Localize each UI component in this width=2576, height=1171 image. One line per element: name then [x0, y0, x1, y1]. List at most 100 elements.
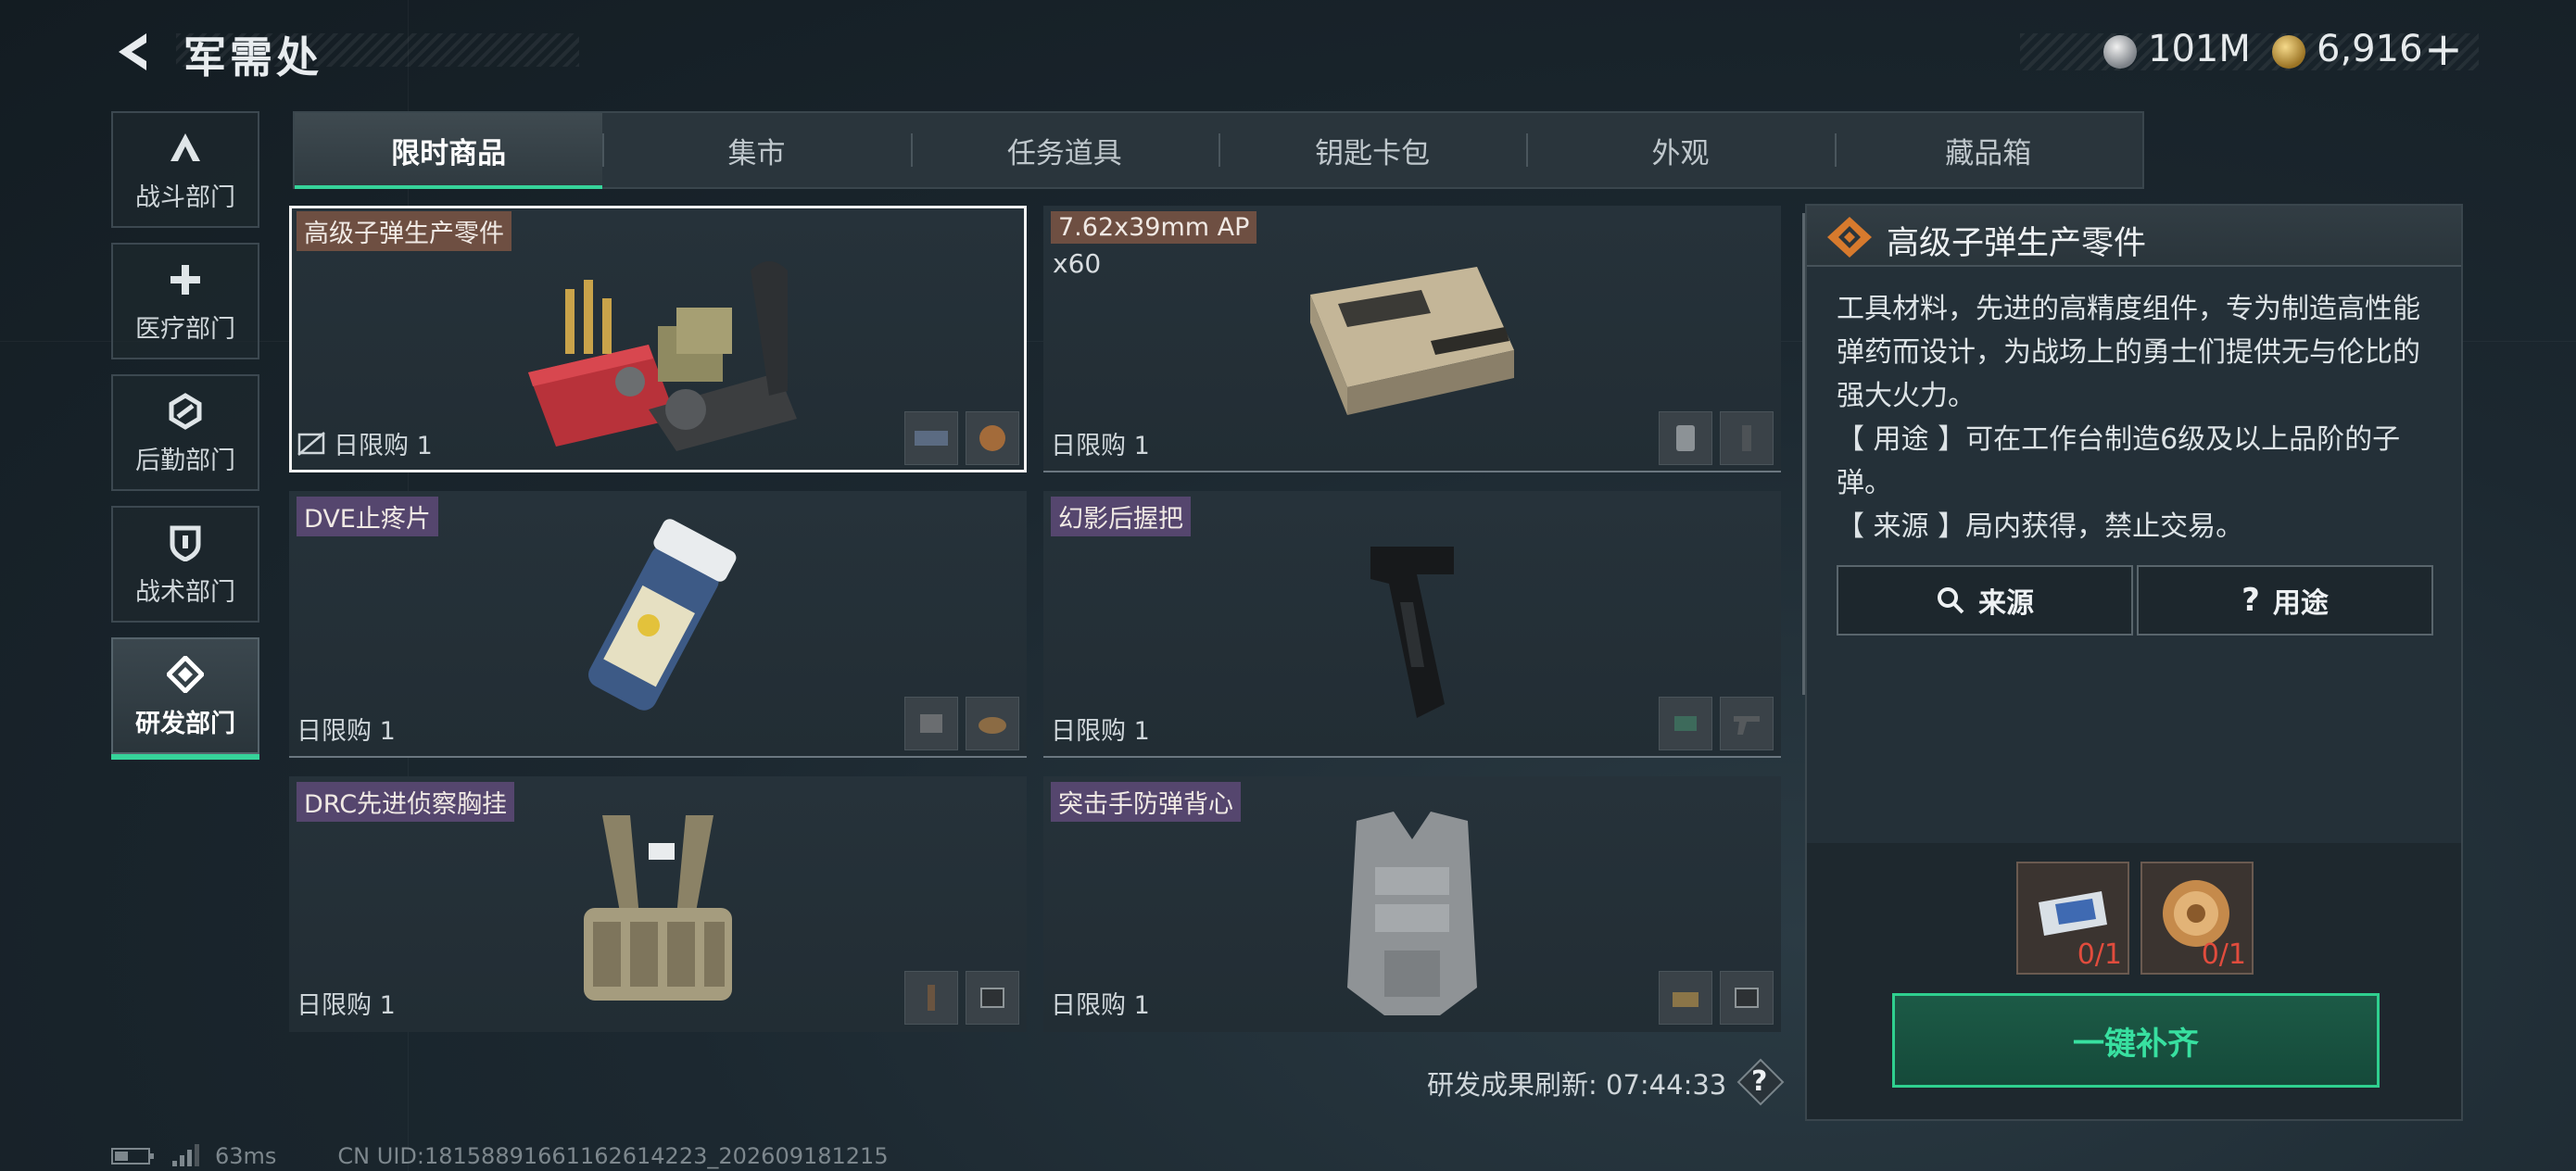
battery-icon [111, 1148, 154, 1165]
chest-rig-image [565, 806, 751, 1025]
source-button[interactable]: 来源 [1837, 565, 2133, 636]
product-name: DRC先进侦察胸挂 [297, 782, 515, 822]
rarity-diamond-icon [1827, 217, 1872, 258]
ammo-box-image [1292, 248, 1533, 434]
material-icons [904, 411, 1019, 465]
product-card-drc-chest-rig[interactable]: DRC先进侦察胸挂 日限购 1 [289, 776, 1027, 1032]
purchase-limit: 日限购 1 [297, 425, 433, 461]
usage-button[interactable]: ? 用途 [2137, 565, 2433, 636]
material-icons [1659, 411, 1774, 465]
product-card-assault-vest[interactable]: 突击手防弹背心 日限购 1 [1043, 776, 1781, 1032]
combat-icon [164, 127, 207, 170]
sidebar-item-label: 后勤部门 [135, 446, 235, 475]
purchase-limit-text: 日限购 1 [1051, 991, 1150, 1020]
product-name: 突击手防弹背心 [1051, 782, 1241, 822]
back-button[interactable] [109, 28, 158, 76]
ammo-crate-item-icon [1659, 971, 1712, 1025]
purchase-limit-text: 日限购 1 [1051, 432, 1150, 460]
back-arrow-icon [119, 33, 146, 70]
card-divider [289, 756, 1027, 758]
card-divider [1043, 471, 1781, 472]
refresh-time: 07:44:33 [1606, 1069, 1727, 1101]
grip-image [1352, 528, 1472, 732]
research-icon [164, 653, 207, 696]
product-card-phantom-grip[interactable]: 幻影后握把 日限购 1 [1043, 491, 1781, 758]
product-name: 幻影后握把 [1051, 497, 1191, 536]
card-divider [1043, 756, 1781, 758]
purchase-limit: 日限购 1 [297, 711, 396, 747]
sidebar-item-label: 战术部门 [135, 577, 235, 607]
purchase-limit-text: 日限购 1 [1051, 717, 1150, 746]
sidebar-item-medical[interactable]: 医疗部门 [111, 243, 259, 359]
question-icon: ? [2241, 582, 2260, 619]
canister-item-icon [1659, 411, 1712, 465]
medal-item-icon [966, 411, 1019, 465]
sidebar-item-label: 战斗部门 [135, 183, 235, 212]
fill-all-button[interactable]: 一键补齐 [1892, 993, 2380, 1088]
sidebar-item-combat[interactable]: 战斗部门 [111, 111, 259, 228]
tab-market[interactable]: 集市 [602, 113, 910, 187]
no-trade-icon [297, 431, 325, 456]
ticket-item-icon [904, 411, 958, 465]
purchase-limit-text: 日限购 1 [297, 717, 396, 746]
usage-button-label: 用途 [2272, 587, 2329, 620]
detail-description: 工具材料，先进的高精度组件，专为制造高性能弹药而设计，为战场上的勇士们提供无与伦… [1837, 287, 2439, 548]
circuit-item-icon [1659, 697, 1712, 750]
sidebar-item-research[interactable]: 研发部门 [111, 637, 259, 760]
search-icon [1938, 587, 1964, 614]
required-item-medal[interactable]: 0/1 [2140, 862, 2254, 975]
ping-value: 63ms [215, 1143, 277, 1169]
product-name: 高级子弹生产零件 [297, 211, 511, 251]
add-currency-button[interactable]: + [2424, 22, 2463, 76]
silver-currency-value: 101M [2148, 28, 2251, 70]
tab-appearance[interactable]: 外观 [1526, 113, 1834, 187]
figurine-item-icon [904, 971, 958, 1025]
armor-vest-image [1329, 802, 1496, 1028]
sidebar-item-tactical[interactable]: 战术部门 [111, 506, 259, 623]
tab-limited-goods[interactable]: 限时商品 [295, 113, 603, 189]
product-card-dve-painkiller[interactable]: DVE止疼片 日限购 1 [289, 491, 1027, 758]
purchase-limit-text: 日限购 1 [334, 432, 433, 460]
material-icons [904, 971, 1019, 1025]
product-quantity: x60 [1053, 248, 1102, 279]
tactical-shield-icon [164, 522, 207, 564]
painkiller-bottle-image [556, 513, 760, 726]
refresh-timer: 研发成果刷新: 07:44:33 [1427, 1064, 1726, 1102]
source-button-label: 来源 [1978, 587, 2034, 620]
usage-text: 【 用途 】可在工作台制造6级及以上品阶的子弹。 [1837, 423, 2401, 499]
detail-title: 高级子弹生产零件 [1887, 225, 2147, 262]
medical-cross-icon [164, 258, 207, 301]
required-count: 0/1 [2201, 938, 2246, 971]
material-icons [1659, 971, 1774, 1025]
status-bar: 63ms CN UID:18158891661162614223_2026091… [111, 1143, 889, 1169]
gold-coin-icon [2272, 35, 2305, 69]
signal-icon [172, 1144, 199, 1166]
purchase-limit: 日限购 1 [1051, 425, 1150, 461]
tab-keycard-pack[interactable]: 钥匙卡包 [1218, 113, 1526, 187]
silver-coin-icon [2103, 35, 2137, 69]
tab-collection-box[interactable]: 藏品箱 [1834, 113, 2142, 187]
product-name: 7.62x39mm AP [1051, 211, 1257, 244]
purchase-limit: 日限购 1 [297, 985, 396, 1021]
category-tabs: 限时商品 集市 任务道具 钥匙卡包 外观 藏品箱 [293, 111, 2144, 189]
sidebar-item-logistics[interactable]: 后勤部门 [111, 374, 259, 491]
refresh-label: 研发成果刷新: [1427, 1069, 1597, 1101]
item-detail-panel: 高级子弹生产零件 工具材料，先进的高精度组件，专为制造高性能弹药而设计，为战场上… [1805, 204, 2463, 1121]
material-icons [1659, 697, 1774, 750]
required-count: 0/1 [2077, 938, 2122, 971]
tab-quest-items[interactable]: 任务道具 [910, 113, 1219, 187]
product-name: DVE止疼片 [297, 497, 438, 536]
product-card-ammo-parts[interactable]: 高级子弹生产零件 日限购 1 [289, 206, 1027, 472]
source-text: 【 来源 】局内获得，禁止交易。 [1837, 510, 2244, 543]
sidebar-item-label: 研发部门 [135, 709, 235, 738]
sidebar-item-label: 医疗部门 [135, 314, 235, 344]
purchase-limit: 日限购 1 [1051, 985, 1150, 1021]
pistol-item-icon [1720, 697, 1774, 750]
refresh-help-button[interactable]: ? [1736, 1058, 1785, 1106]
logistics-icon [164, 390, 207, 433]
gold-currency-value: 6,916 [2317, 28, 2423, 70]
product-card-762-ap[interactable]: 7.62x39mm AP x60 日限购 1 [1043, 206, 1781, 472]
user-uid: CN UID:18158891661162614223_202609181215 [337, 1143, 889, 1169]
required-item-ticket[interactable]: 0/1 [2016, 862, 2129, 975]
material-icons [904, 697, 1019, 750]
